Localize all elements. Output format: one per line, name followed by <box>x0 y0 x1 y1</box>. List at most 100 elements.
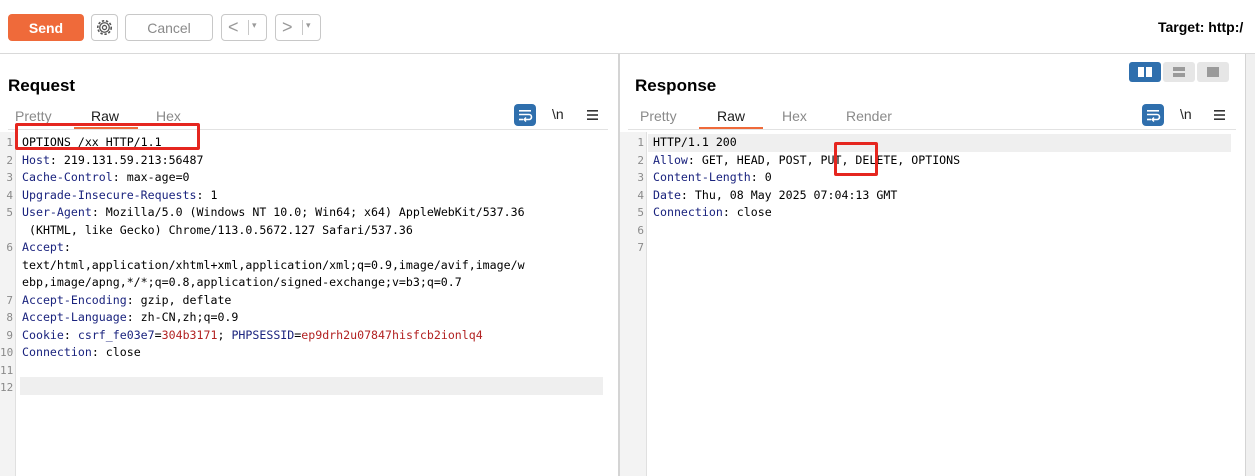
header-name: Host <box>22 152 50 167</box>
line-number: 8 <box>6 311 13 324</box>
code-text: ebp,image/apng,*/*;q=0.8,application/sig… <box>22 274 462 292</box>
header-value: : Thu, 08 May 2025 07:04:13 GMT <box>680 187 898 202</box>
forward-arrow-icon[interactable]: > <box>282 16 293 38</box>
current-line-highlight <box>20 377 603 395</box>
header-name: Allow <box>653 152 688 167</box>
code-text: Date: Thu, 08 May 2025 07:04:13 GMT <box>653 187 897 205</box>
header-value: : close <box>722 205 772 219</box>
back-button-group[interactable]: < ▾ <box>221 14 267 41</box>
word-wrap-button[interactable] <box>514 104 536 126</box>
gear-icon <box>96 19 113 36</box>
divider <box>248 20 249 35</box>
line-number: 4 <box>6 188 13 202</box>
hamburger-menu-icon <box>587 110 598 120</box>
header-name: Upgrade-Insecure-Requests <box>22 187 197 202</box>
toolbar: Send Cancel < ▾ > ▾ Target: http:/ <box>0 0 1255 54</box>
chevron-down-icon[interactable]: ▾ <box>306 20 311 31</box>
line-number: 3 <box>6 171 13 184</box>
header-value: : <box>63 327 78 342</box>
code-text: (KHTML, like Gecko) Chrome/113.0.5672.12… <box>22 222 413 240</box>
header-value: : gzip, deflate <box>126 292 232 307</box>
line-number: 9 <box>6 328 13 342</box>
line-number: 7 <box>6 293 13 307</box>
code-text: Accept-Encoding: gzip, deflate <box>22 292 231 310</box>
hamburger-menu-icon <box>1214 110 1225 120</box>
code-text: Accept: <box>22 239 71 257</box>
target-label[interactable]: Target: http:/ <box>1158 19 1243 35</box>
request-title: Request <box>8 76 76 95</box>
response-panel: Response Pretty Raw Hex Render \n 1 HTTP/… <box>620 54 1245 476</box>
code-text: Cache-Control: max-age=0 <box>22 169 190 187</box>
code-text: text/html,application/xhtml+xml,applicat… <box>22 257 525 275</box>
header-value: : 0 <box>750 170 772 184</box>
active-tab-underline <box>699 127 763 129</box>
header-value: : zh-CN,zh;q=0.9 <box>126 310 239 324</box>
menu-button[interactable] <box>583 104 605 126</box>
code-text: Content-Length: 0 <box>653 169 772 187</box>
forward-button-group[interactable]: > ▾ <box>275 14 321 41</box>
chevron-down-icon[interactable]: ▾ <box>252 20 257 31</box>
request-editor[interactable]: 1 OPTIONS /xx HTTP/1.1 2 Host: 219.131.59.2… <box>0 132 618 476</box>
line-number: 12 <box>0 381 14 394</box>
split-horizontal-button[interactable] <box>1129 62 1161 82</box>
line-number: 2 <box>637 153 644 167</box>
annotation-box-put-method <box>834 142 878 176</box>
header-value: ebp,image/apng,*/*;q=0.8,application/sig… <box>22 275 462 289</box>
menu-button[interactable] <box>1210 104 1232 126</box>
code-text: Cookie: csrf_fe03e7=304b3171; PHPSESSID=… <box>22 327 483 345</box>
line-number: 4 <box>637 188 644 202</box>
line-number: 1 <box>6 136 13 149</box>
header-value: : close <box>91 345 141 359</box>
header-value: HTTP/1.1 200 <box>653 135 737 149</box>
line-number: 3 <box>637 171 644 184</box>
single-view-button[interactable] <box>1197 62 1229 82</box>
word-wrap-icon <box>519 110 533 122</box>
code-text: Connection: close <box>22 344 141 362</box>
tab-rule <box>628 129 1236 130</box>
header-name: Cache-Control <box>22 170 113 184</box>
word-wrap-icon <box>1147 110 1161 122</box>
line-number: 11 <box>0 363 14 377</box>
newline-toggle[interactable]: \n <box>552 106 564 122</box>
header-name: Accept-Language <box>22 310 127 324</box>
code-text: Host: 219.131.59.213:56487 <box>22 152 203 170</box>
header-name: Content-Length <box>653 170 751 184</box>
annotation-box-request-line <box>15 123 200 150</box>
tab-raw[interactable]: Raw <box>91 108 119 124</box>
header-value: : 1 <box>196 187 218 202</box>
back-arrow-icon[interactable]: < <box>228 16 239 38</box>
header-name: Accept-Encoding <box>22 292 127 307</box>
tab-hex[interactable]: Hex <box>156 108 181 124</box>
header-value: = <box>154 327 162 342</box>
cookie-name: PHPSESSID <box>231 327 295 342</box>
header-name: Accept <box>22 240 64 254</box>
header-value: (KHTML, like Gecko) Chrome/113.0.5672.12… <box>22 222 413 237</box>
code-text: HTTP/1.1 200 <box>653 134 737 152</box>
header-name: User-Agent <box>22 205 92 219</box>
line-number: 7 <box>637 241 644 254</box>
cookie-value: ep9drh2u07847hisfcb2ionlq4 <box>301 327 483 342</box>
tab-pretty[interactable]: Pretty <box>640 108 677 124</box>
line-number: 10 <box>0 346 14 359</box>
cancel-button[interactable]: Cancel <box>125 14 213 41</box>
line-number: 1 <box>637 136 644 149</box>
newline-toggle[interactable]: \n <box>1180 106 1192 122</box>
header-value: : max-age=0 <box>112 170 190 184</box>
response-title: Response <box>635 76 717 95</box>
settings-button[interactable] <box>91 14 118 41</box>
send-button[interactable]: Send <box>8 14 84 41</box>
word-wrap-button[interactable] <box>1142 104 1164 126</box>
header-name: Connection <box>22 345 92 359</box>
header-value: : GET, HEAD, POST, PUT, DELETE, OPTIONS <box>687 152 961 167</box>
view-mode-toggle <box>1129 62 1229 82</box>
tab-pretty[interactable]: Pretty <box>15 108 52 124</box>
columns-icon <box>1138 67 1152 77</box>
tab-hex[interactable]: Hex <box>782 108 807 124</box>
right-scroll-strip[interactable] <box>1245 54 1255 476</box>
tab-render[interactable]: Render <box>846 108 892 124</box>
response-editor[interactable]: 1 HTTP/1.1 200 2 Allow: GET, HEAD, POST, PU… <box>620 132 1245 476</box>
split-vertical-button[interactable] <box>1163 62 1195 82</box>
code-text: Upgrade-Insecure-Requests: 1 <box>22 187 217 205</box>
tab-raw[interactable]: Raw <box>717 108 745 124</box>
line-number: 6 <box>637 223 644 237</box>
